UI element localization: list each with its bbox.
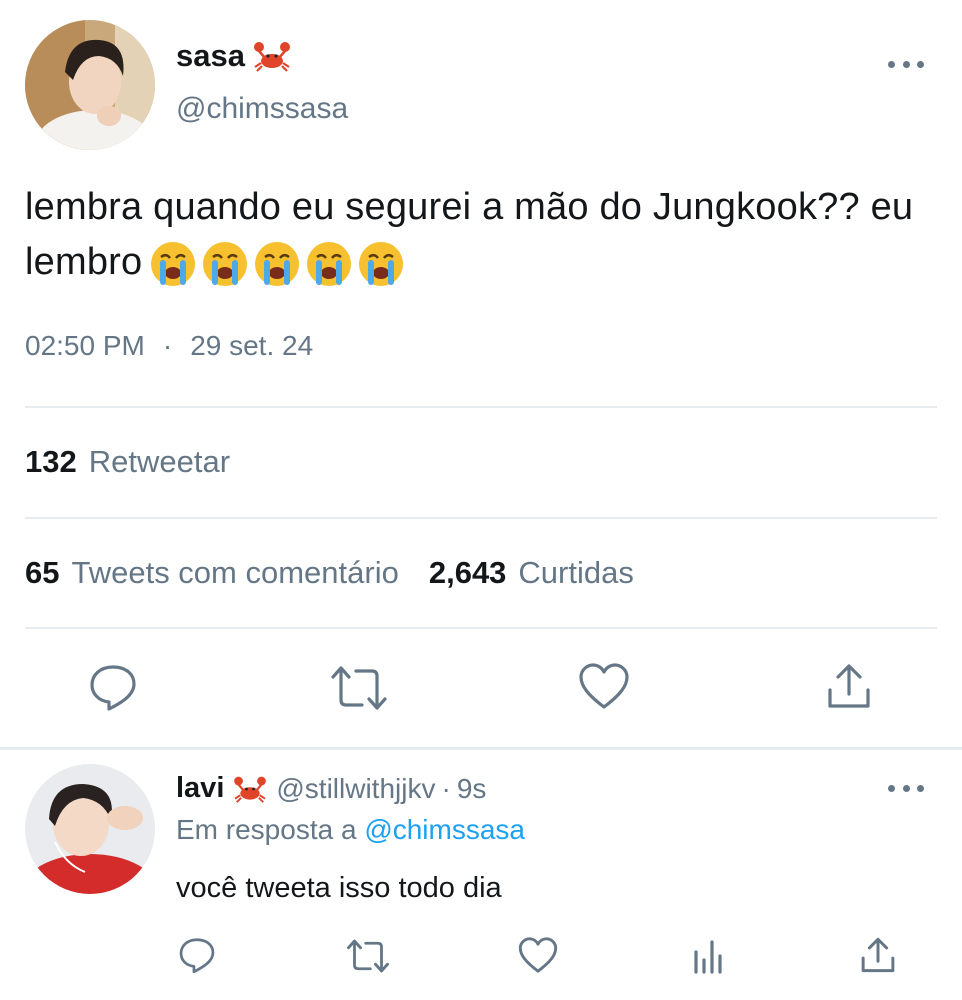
likes-label: Curtidas	[518, 555, 634, 590]
crab-emoji-icon	[253, 39, 291, 73]
author-name-row[interactable]: sasa	[176, 36, 291, 76]
like-icon[interactable]	[518, 936, 558, 974]
share-icon[interactable]	[826, 662, 872, 710]
author-handle[interactable]: @chimssasa	[176, 92, 348, 126]
tweet-text: lembra quando eu segurei a mão do Jungko…	[25, 180, 950, 290]
divider	[25, 406, 937, 408]
reply-icon[interactable]	[88, 662, 138, 712]
likes-stat[interactable]: 2,643 Curtidas	[429, 555, 634, 591]
retweet-icon[interactable]	[346, 938, 390, 974]
main-tweet: sasa @chimssasa lembra quando eu segurei…	[0, 0, 962, 748]
reply-tweet[interactable]: lavi @stillwithjjkv · 9s Em resposta a @…	[0, 750, 962, 1000]
tweet-time: 02:50 PM	[25, 330, 145, 361]
display-name[interactable]: sasa	[176, 38, 245, 74]
reply-prefix: Em resposta a	[176, 814, 357, 845]
avatar[interactable]	[25, 764, 155, 894]
reply-text: você tweeta isso todo dia	[176, 872, 502, 904]
like-icon[interactable]	[578, 662, 630, 710]
divider	[25, 517, 937, 519]
share-icon[interactable]	[860, 936, 896, 974]
divider	[25, 627, 937, 629]
likes-count: 2,643	[428, 555, 507, 590]
more-options-icon[interactable]	[888, 778, 924, 798]
loudly-crying-face-icon	[202, 241, 248, 287]
reply-author-row[interactable]: lavi @stillwithjjkv · 9s	[176, 772, 486, 805]
emoji-row	[150, 241, 404, 287]
crab-emoji-icon	[232, 774, 268, 804]
engagement-stats: 65 Tweets com comentário 2,643 Curtidas	[25, 555, 634, 591]
avatar[interactable]	[25, 20, 155, 150]
loudly-crying-face-icon	[306, 241, 352, 287]
display-name[interactable]: lavi	[176, 772, 224, 805]
tweet-timestamp[interactable]: 02:50 PM · 29 set. 24	[25, 330, 313, 362]
retweets-label: Retweetar	[88, 444, 231, 479]
quote-label: Tweets com comentário	[71, 555, 399, 590]
retweets-stat[interactable]: 132 Retweetar	[25, 444, 230, 480]
loudly-crying-face-icon	[150, 241, 196, 287]
loudly-crying-face-icon	[254, 241, 300, 287]
retweet-icon[interactable]	[330, 664, 388, 712]
replying-to: Em resposta a @chimssasa	[176, 814, 525, 846]
quote-count: 65	[25, 555, 60, 590]
meta-separator: ·	[441, 772, 451, 804]
quote-tweets-stat[interactable]: 65 Tweets com comentário	[25, 555, 399, 591]
meta-separator: ·	[162, 330, 173, 361]
tweet-date: 29 set. 24	[190, 330, 314, 361]
reply-icon[interactable]	[178, 936, 216, 974]
analytics-icon[interactable]	[692, 938, 726, 974]
loudly-crying-face-icon	[358, 241, 404, 287]
reply-mention-link[interactable]: @chimssasa	[364, 814, 525, 845]
author-handle[interactable]: @stillwithjjkv	[276, 773, 435, 805]
retweets-count: 132	[25, 444, 77, 479]
reply-time: 9s	[456, 772, 487, 804]
more-options-icon[interactable]	[888, 54, 924, 74]
